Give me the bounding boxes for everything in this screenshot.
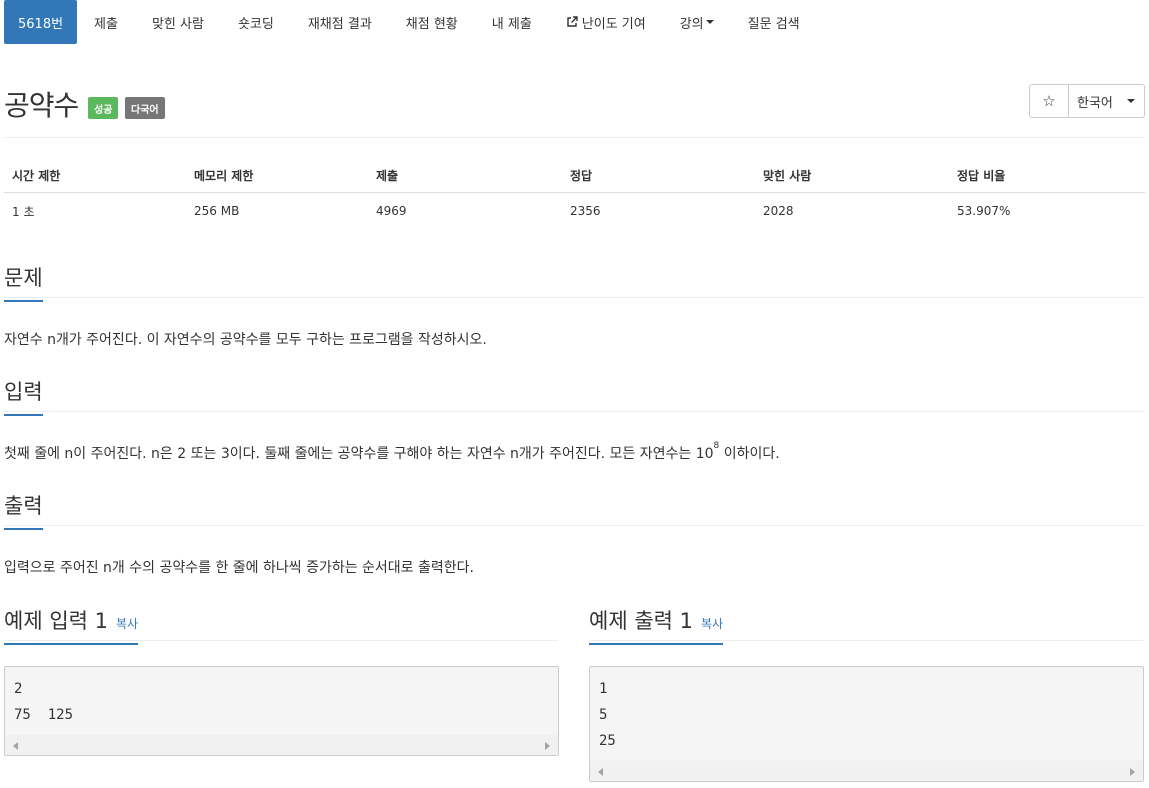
nav-tab-label: 질문 검색 bbox=[747, 16, 800, 32]
exponent: 8 bbox=[713, 441, 720, 452]
sample-output-line: 1 bbox=[599, 681, 608, 697]
section-divider bbox=[4, 411, 1145, 412]
section-title-problem: 문제 bbox=[4, 262, 43, 302]
nav-tab-label: 5618번 bbox=[18, 16, 64, 32]
nav-tab-status[interactable]: 채점 현황 bbox=[389, 0, 475, 44]
caret-down-icon bbox=[1126, 99, 1135, 103]
nav-tab-my-submissions[interactable]: 내 제출 bbox=[475, 0, 549, 44]
sample-output-heading: 예제 출력 1 bbox=[589, 609, 693, 633]
section-title-output: 출력 bbox=[4, 490, 43, 530]
nav-tab-difficulty[interactable]: 난이도 기여 bbox=[549, 0, 663, 44]
table-header-cell: 시간 제한 bbox=[12, 168, 61, 183]
section-divider bbox=[4, 640, 558, 641]
scroll-right-icon[interactable] bbox=[545, 742, 550, 750]
star-button[interactable]: ☆ bbox=[1030, 85, 1069, 117]
nav-tab-label: 난이도 기여 bbox=[581, 16, 646, 32]
language-label: 한국어 bbox=[1077, 95, 1113, 111]
section-title-input: 입력 bbox=[4, 376, 43, 416]
table-cell: 4969 bbox=[376, 204, 407, 218]
table-cell: 1 초 bbox=[12, 204, 35, 219]
nav-tab-label: 강의 bbox=[679, 16, 704, 32]
input-text: 첫째 줄에 n이 주어진다. n은 2 또는 3이다. 둘째 줄에는 공약수를 … bbox=[4, 446, 714, 462]
table-header-cell: 메모리 제한 bbox=[194, 168, 254, 183]
nav-tab-submit[interactable]: 제출 bbox=[77, 0, 135, 44]
horizontal-scrollbar[interactable] bbox=[590, 761, 1143, 781]
nav-tab-short-coding[interactable]: 숏코딩 bbox=[221, 0, 291, 44]
horizontal-scrollbar[interactable] bbox=[5, 735, 558, 755]
section-divider bbox=[4, 525, 1145, 526]
sample-input-box[interactable]: 2 75 125 bbox=[4, 666, 559, 756]
table-cell: 2356 bbox=[570, 204, 601, 218]
sample-input-line: 2 bbox=[14, 681, 23, 697]
problem-nav: 5618번 제출 맞힌 사람 숏코딩 재채점 결과 채점 현황 내 제출 난이도… bbox=[4, 0, 1145, 44]
sample-output-title: 예제 출력 1 복사 bbox=[589, 605, 724, 645]
problem-info-table: 시간 제한 메모리 제한 제출 정답 맞힌 사람 정답 비율 1 초 256 M… bbox=[4, 158, 1145, 229]
header-actions: ☆ 한국어 bbox=[1029, 84, 1145, 118]
sample-input-title: 예제 입력 1 복사 bbox=[4, 605, 139, 645]
nav-tab-label: 제출 bbox=[94, 16, 118, 32]
input-text: 이하이다. bbox=[719, 446, 780, 462]
nav-tab-label: 채점 현황 bbox=[405, 16, 458, 32]
sample-input-heading: 예제 입력 1 bbox=[4, 609, 108, 633]
nav-tab-problem[interactable]: 5618번 bbox=[4, 0, 78, 44]
nav-tab-label: 내 제출 bbox=[491, 16, 532, 32]
table-header-cell: 제출 bbox=[376, 168, 399, 183]
table-cell: 256 MB bbox=[194, 204, 240, 218]
input-description: 첫째 줄에 n이 주어진다. n은 2 또는 3이다. 둘째 줄에는 공약수를 … bbox=[4, 441, 780, 463]
nav-tab-label: 재채점 결과 bbox=[307, 16, 372, 32]
star-icon: ☆ bbox=[1042, 92, 1056, 110]
table-header-cell: 맞힌 사람 bbox=[763, 168, 812, 183]
sample-output-line: 5 bbox=[599, 707, 608, 723]
caret-down-icon bbox=[705, 20, 714, 24]
sample-output-box[interactable]: 1 5 25 bbox=[589, 666, 1144, 782]
table-cell: 53.907% bbox=[957, 204, 1011, 218]
nav-tab-lectures[interactable]: 강의 bbox=[663, 0, 731, 44]
problem-page: 5618번 제출 맞힌 사람 숏코딩 재채점 결과 채점 현황 내 제출 난이도… bbox=[0, 0, 1149, 788]
table-cell: 2028 bbox=[763, 204, 794, 218]
table-header-cell: 정답 bbox=[570, 168, 593, 183]
external-link-icon bbox=[566, 16, 578, 28]
section-divider bbox=[4, 297, 1145, 298]
scroll-left-icon[interactable] bbox=[598, 768, 603, 776]
header-divider bbox=[4, 137, 1145, 138]
language-dropdown[interactable]: 한국어 bbox=[1069, 85, 1144, 117]
nav-tab-question-search[interactable]: 질문 검색 bbox=[731, 0, 817, 44]
scroll-left-icon[interactable] bbox=[13, 742, 18, 750]
copy-sample-input-button[interactable]: 복사 bbox=[116, 617, 138, 631]
table-row: 1 초 256 MB 4969 2356 2028 53.907% bbox=[4, 193, 1145, 229]
sample-input-line: 75 125 bbox=[14, 707, 74, 723]
problem-description: 자연수 n개가 주어진다. 이 자연수의 공약수를 모두 구하는 프로그램을 작… bbox=[4, 332, 487, 348]
success-badge: 성공 bbox=[88, 97, 119, 119]
scroll-right-icon[interactable] bbox=[1130, 768, 1135, 776]
nav-tab-label: 맞힌 사람 bbox=[151, 16, 204, 32]
problem-title: 공약수 bbox=[4, 89, 79, 122]
output-description: 입력으로 주어진 n개 수의 공약수를 한 줄에 하나씩 증가하는 순서대로 출… bbox=[4, 560, 474, 576]
nav-tab-rejudge[interactable]: 재채점 결과 bbox=[291, 0, 389, 44]
nav-tab-label: 숏코딩 bbox=[237, 16, 274, 32]
table-header-row: 시간 제한 메모리 제한 제출 정답 맞힌 사람 정답 비율 bbox=[4, 158, 1145, 193]
multilingual-badge[interactable]: 다국어 bbox=[125, 97, 165, 119]
section-divider bbox=[589, 640, 1143, 641]
sample-output-line: 25 bbox=[599, 733, 616, 749]
copy-sample-output-button[interactable]: 복사 bbox=[701, 617, 723, 631]
table-header-cell: 정답 비율 bbox=[957, 168, 1006, 183]
nav-tab-solvers[interactable]: 맞힌 사람 bbox=[135, 0, 221, 44]
